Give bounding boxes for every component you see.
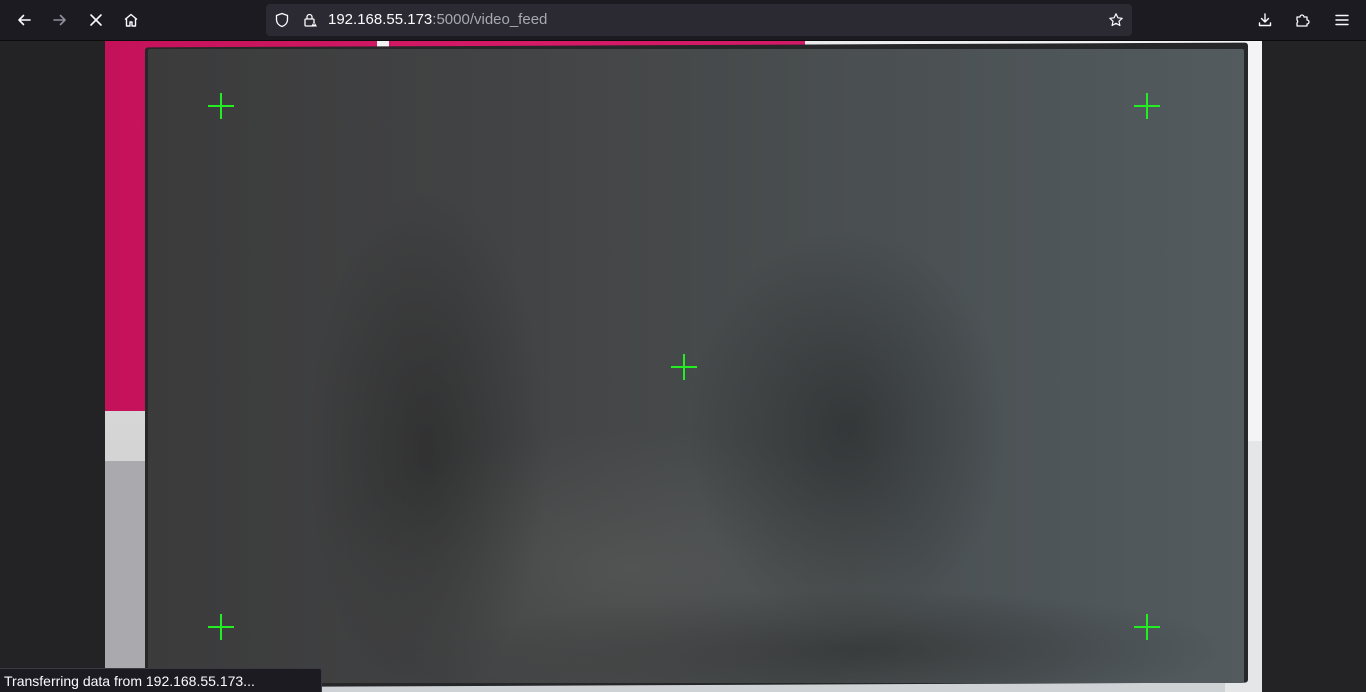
calibration-marker-top-right (1134, 93, 1160, 119)
url-text[interactable]: 192.168.55.173:5000/video_feed (328, 11, 547, 29)
calibration-marker-center (671, 354, 697, 380)
calibration-marker-bottom-left (208, 614, 234, 640)
video-feed (105, 41, 1262, 692)
back-button[interactable] (8, 4, 40, 36)
url-host: 192.168.55.173 (328, 11, 433, 28)
url-bar[interactable]: 192.168.55.173:5000/video_feed (266, 4, 1132, 36)
home-button[interactable] (115, 4, 147, 36)
arrow-left-icon (18, 14, 31, 26)
browser-toolbar: 192.168.55.173:5000/video_feed (0, 0, 1366, 41)
calibration-marker-top-left (208, 93, 234, 119)
status-bar: Transferring data from 192.168.55.173... (0, 668, 322, 692)
background-desk-leg (105, 461, 145, 692)
arrow-right-icon (53, 14, 66, 26)
calibration-marker-bottom-right (1134, 614, 1160, 640)
download-icon (1258, 13, 1272, 27)
insecure-lock-icon[interactable] (302, 12, 318, 28)
url-path: :5000/video_feed (432, 11, 548, 28)
star-icon[interactable] (1108, 12, 1124, 28)
shield-icon[interactable] (274, 12, 290, 28)
home-icon (124, 13, 138, 27)
menu-button[interactable] (1326, 4, 1358, 36)
extensions-button[interactable] (1286, 4, 1318, 36)
forward-button[interactable] (44, 4, 76, 36)
puzzle-icon (1296, 14, 1310, 27)
downloads-button[interactable] (1249, 4, 1281, 36)
hamburger-menu-icon (1335, 14, 1349, 26)
close-icon (90, 14, 102, 26)
page-viewport (0, 41, 1366, 692)
stop-button[interactable] (80, 4, 112, 36)
